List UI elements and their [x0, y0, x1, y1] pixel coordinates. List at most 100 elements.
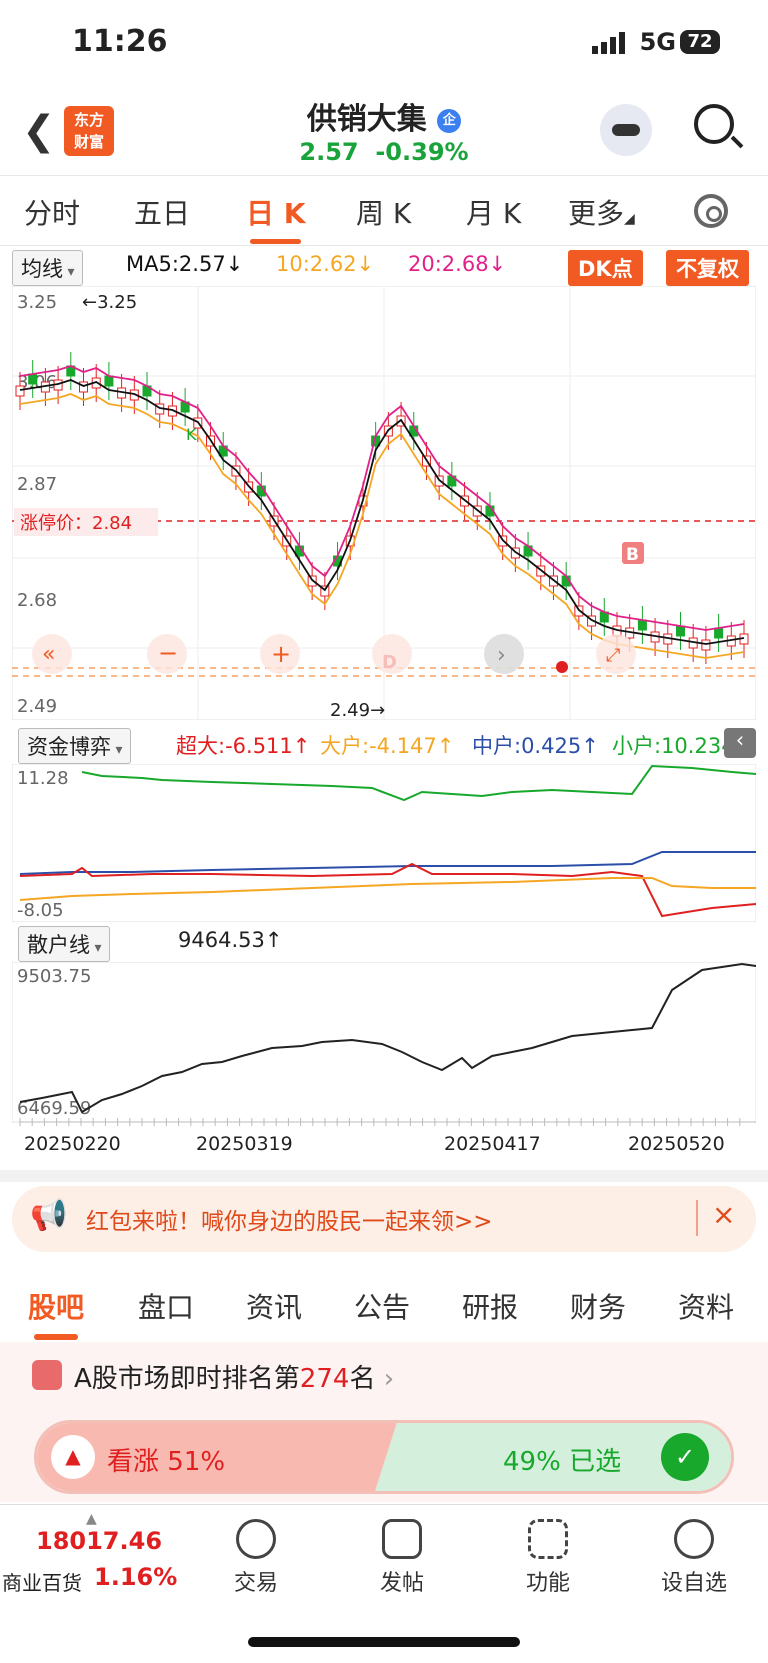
- y-label-top: 3.25: [17, 292, 57, 313]
- date-label-2: 20250319: [196, 1133, 293, 1155]
- network-label: 5G: [639, 28, 676, 56]
- candle-body: [701, 639, 711, 651]
- svg-text:+: +: [271, 640, 291, 668]
- rank-icon: [32, 1360, 62, 1390]
- tab-profile[interactable]: 资料: [678, 1286, 734, 1326]
- k-marker: K: [186, 425, 197, 444]
- vote-bar: ▲ 看涨 51% 49% 已选 ✓: [34, 1420, 734, 1494]
- kline-chart[interactable]: 3.25 3.06 2.87 2.68 2.49 ←3.25 2.49→ 涨停价…: [12, 286, 756, 720]
- large-value: 大户:-4.147↑: [320, 734, 455, 758]
- y-label-4: 2.68: [17, 590, 57, 611]
- status-time: 11:26: [72, 24, 168, 59]
- edit-icon: [382, 1519, 422, 1559]
- tab-monthly-k[interactable]: 月 K: [466, 192, 521, 232]
- fund-bottom-label: -8.05: [17, 900, 64, 921]
- candle-body: [79, 381, 89, 393]
- index-value[interactable]: 18017.46: [36, 1527, 162, 1555]
- svg-text:«: «: [42, 642, 55, 667]
- candle-body: [637, 619, 647, 631]
- date-label-3: 20250417: [444, 1133, 541, 1155]
- add-watchlist-button[interactable]: 设自选: [634, 1519, 754, 1597]
- tab-forum[interactable]: 股吧: [28, 1286, 84, 1340]
- status-bar: 11:26 5G 72: [0, 0, 768, 86]
- collapse-icon[interactable]: ‹: [724, 728, 756, 758]
- check-icon: ✓: [661, 1433, 709, 1481]
- y-label-bottom: 2.49: [17, 696, 57, 717]
- post-button[interactable]: 发帖: [342, 1519, 462, 1597]
- home-indicator: [248, 1637, 520, 1647]
- candle-body: [104, 375, 114, 387]
- up-arrow-icon: ▲: [51, 1435, 95, 1479]
- tab-minute[interactable]: 分时: [24, 192, 80, 232]
- sentiment-panel: A股市场即时排名第274名 › ▲ 看涨 51% 49% 已选 ✓: [0, 1342, 768, 1502]
- signal-icon: [592, 32, 625, 54]
- y-label-3: 2.87: [17, 474, 57, 495]
- tab-research[interactable]: 研报: [462, 1286, 518, 1326]
- ma-select[interactable]: 均线: [12, 250, 84, 286]
- svg-text:›: ›: [497, 643, 506, 668]
- tab-more[interactable]: 更多◢: [568, 192, 635, 232]
- megaphone-icon: 📢: [30, 1198, 68, 1233]
- no-adjust-button[interactable]: 不复权: [666, 250, 749, 286]
- index-name: 商业百货: [2, 1571, 82, 1595]
- trade-button[interactable]: 交易: [196, 1519, 316, 1597]
- scroll-back-icon[interactable]: [372, 634, 412, 674]
- tab-finance[interactable]: 财务: [570, 1286, 626, 1326]
- svg-text:−: −: [158, 639, 178, 667]
- trade-icon: [236, 1519, 276, 1559]
- red-packet-banner[interactable]: 📢 红包来啦！喊你身边的股民一起来领>> ×: [12, 1186, 756, 1252]
- candle-body: [714, 627, 724, 639]
- ma-indicator-row: 均线 MA5:2.57↓ 10:2.62↓ 20:2.68↓ DK点 不复权: [12, 250, 756, 286]
- tab-weekly-k[interactable]: 周 K: [356, 192, 411, 232]
- gear-icon[interactable]: [694, 194, 728, 228]
- market-rank[interactable]: A股市场即时排名第274名 ›: [74, 1358, 394, 1395]
- fund-indicator-row: 资金博弈 超大:-6.511↑ 大户:-4.147↑ 中户:0.425↑ 小户:…: [18, 728, 756, 764]
- period-tabs: 分时 五日 日 K 周 K 月 K 更多◢: [0, 176, 768, 246]
- svg-text:⤢: ⤢: [606, 645, 621, 666]
- date-label-4: 20250520: [628, 1133, 725, 1155]
- retail-chart: 9503.75 6469.59 20250220 20250319 202504…: [12, 962, 756, 1155]
- bottom-bar: ▲ 18017.46 商业百货 1.16% 交易 发帖 功能 设自选: [0, 1504, 768, 1663]
- mid-value: 中户:0.425↑: [472, 734, 599, 758]
- tab-five-day[interactable]: 五日: [134, 192, 190, 232]
- section-tabs: 股吧 盘口 资讯 公告 研报 财务 资料: [0, 1268, 768, 1340]
- enterprise-badge-icon: 企: [437, 108, 462, 133]
- battery-icon: 72: [680, 30, 720, 54]
- stock-price: 2.57 -0.39%: [299, 138, 469, 166]
- candle-body: [15, 385, 25, 397]
- dk-point-button[interactable]: DK点: [568, 250, 643, 286]
- retail-select[interactable]: 散户线: [18, 926, 111, 962]
- live-dot-icon: [556, 661, 568, 673]
- fund-select[interactable]: 资金博弈: [18, 728, 132, 764]
- tab-market[interactable]: 盘口: [138, 1286, 194, 1326]
- vote-down-label: 49% 已选: [503, 1447, 622, 1477]
- tab-daily-k[interactable]: 日 K: [246, 192, 305, 244]
- low-marker: 2.49→: [330, 700, 385, 720]
- stock-header: ❮ 东方 财富 供销大集 企 2.57 -0.39%: [0, 86, 768, 176]
- date-label-1: 20250220: [24, 1133, 121, 1155]
- index-change: 1.16%: [94, 1563, 178, 1591]
- fund-top-label: 11.28: [17, 768, 69, 789]
- ma10-value: 10:2.62↓: [276, 252, 375, 276]
- candle-body: [675, 625, 685, 637]
- banner-text: 红包来啦！喊你身边的股民一起来领>>: [86, 1209, 493, 1235]
- index-arrow-icon: ▲: [86, 1511, 97, 1527]
- tab-news[interactable]: 资讯: [246, 1286, 302, 1326]
- retail-top-label: 9503.75: [17, 966, 91, 987]
- stock-name: 供销大集 企: [0, 94, 768, 138]
- section-divider: [0, 1170, 768, 1182]
- assistant-robot-icon[interactable]: [600, 104, 652, 156]
- limit-price-label: 涨停价：2.84: [20, 513, 132, 534]
- retail-indicator-row: 散户线 9464.53↑: [18, 926, 756, 962]
- search-icon[interactable]: [694, 104, 734, 144]
- retail-value: 9464.53↑: [178, 928, 283, 952]
- close-icon[interactable]: ×: [712, 1198, 735, 1231]
- b-marker: B: [626, 545, 639, 565]
- fund-chart: 11.28 -8.05: [12, 764, 756, 922]
- vote-up-label: 看涨 51%: [107, 1447, 226, 1477]
- candle-body: [28, 373, 38, 385]
- ma20-value: 20:2.68↓: [408, 252, 507, 276]
- more-dots-icon: [674, 1519, 714, 1559]
- function-button[interactable]: 功能: [488, 1519, 608, 1597]
- tab-announcement[interactable]: 公告: [354, 1286, 410, 1326]
